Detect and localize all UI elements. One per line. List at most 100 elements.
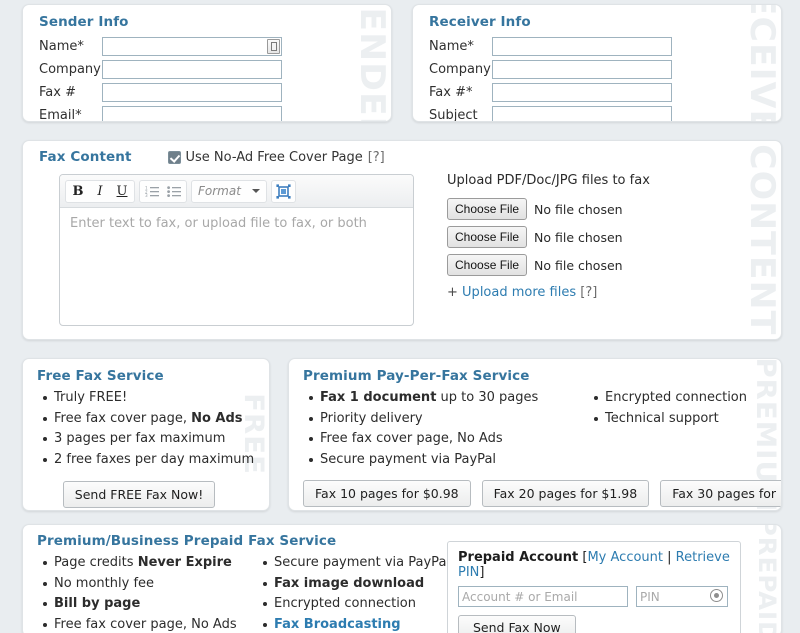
list-item: 2 free faxes per day maximum	[54, 450, 269, 471]
prepaid-benefits-right: Secure payment via PayPal Fax image down…	[257, 553, 450, 633]
premium-service-title: Premium Pay-Per-Fax Service	[303, 368, 781, 384]
sender-email-input[interactable]	[102, 106, 282, 122]
prepaid-benefits-left: Page credits Never Expire No monthly fee…	[37, 553, 233, 633]
list-item: Fax Broadcasting	[274, 615, 450, 633]
svg-text:3: 3	[145, 193, 148, 197]
sender-info-panel: SENDER Sender Info Name* Company Fax #	[22, 4, 392, 122]
numbered-list-icon[interactable]: 1 2 3	[141, 181, 163, 202]
cover-page-help-icon[interactable]: [?]	[368, 150, 385, 165]
file-upload-row: Choose File No file chosen	[447, 198, 747, 220]
upload-heading: Upload PDF/Doc/JPG files to fax	[447, 173, 747, 188]
choose-file-button-2[interactable]: Choose File	[447, 226, 527, 248]
prepaid-account-title: Prepaid Account	[458, 550, 578, 565]
sender-fax-label: Fax #	[39, 85, 102, 100]
receiver-name-row: Name*	[429, 37, 781, 56]
list-item: Fax image download	[274, 574, 450, 595]
premium-pay-per-fax-panel: PREMIUM Premium Pay-Per-Fax Service Fax …	[288, 358, 782, 511]
receiver-company-input[interactable]	[492, 60, 672, 79]
sender-fax-row: Fax #	[39, 83, 391, 102]
fax-content-panel: CONTENT Fax Content Use No-Ad Free Cover…	[22, 140, 782, 340]
fax-30-pages-button[interactable]: Fax 30 pages for $2.98	[660, 480, 782, 507]
underline-button[interactable]: U	[111, 181, 133, 202]
receiver-fax-label: Fax #*	[429, 85, 492, 100]
free-fax-service-title: Free Fax Service	[37, 368, 269, 384]
fax-text-input[interactable]: Enter text to fax, or upload file to fax…	[60, 208, 413, 323]
list-item: Encrypted connection	[605, 388, 747, 409]
list-item: No monthly fee	[54, 574, 233, 595]
receiver-name-input[interactable]	[492, 37, 672, 56]
sender-email-row: Email*	[39, 106, 391, 122]
fax-10-pages-button[interactable]: Fax 10 pages for $0.98	[303, 480, 471, 507]
list-item: Truly FREE!	[54, 388, 269, 409]
receiver-subject-row: Subject	[429, 106, 781, 122]
italic-button[interactable]: I	[89, 181, 111, 202]
contact-card-icon[interactable]	[267, 39, 280, 54]
account-number-input[interactable]	[458, 586, 628, 607]
sender-name-row: Name*	[39, 37, 391, 56]
fax-text-editor: B I U 1 2 3	[59, 174, 414, 326]
choose-file-button-3[interactable]: Choose File	[447, 254, 527, 276]
list-item: Fax 1 document up to 30 pages	[320, 388, 558, 409]
maximize-source-icon[interactable]	[271, 180, 296, 203]
fax-content-title: Fax Content	[39, 149, 132, 165]
fax-20-pages-button[interactable]: Fax 20 pages for $1.98	[482, 480, 650, 507]
receiver-subject-label: Subject	[429, 108, 492, 122]
editor-toolbar: B I U 1 2 3	[60, 175, 413, 208]
cover-page-label: Use No-Ad Free Cover Page	[186, 150, 363, 165]
list-item: Free fax cover page, No Ads	[54, 615, 233, 633]
content-watermark: CONTENT	[745, 141, 779, 339]
bold-button[interactable]: B	[67, 181, 89, 202]
bullet-list-icon[interactable]	[163, 181, 185, 202]
list-item: Secure payment via PayPal	[274, 553, 450, 574]
list-item: Bill by page	[54, 594, 233, 615]
upload-more-help-icon[interactable]: [?]	[580, 285, 597, 300]
chevron-down-icon	[252, 189, 260, 193]
format-dropdown[interactable]: Format	[191, 180, 267, 203]
list-item: Free fax cover page, No Ads	[54, 409, 269, 430]
sender-company-label: Company	[39, 62, 102, 77]
upload-more-line: + Upload more files [?]	[447, 285, 747, 300]
list-item: Encrypted connection	[274, 594, 450, 615]
sender-name-field-wrap	[102, 37, 282, 56]
free-fax-benefits: Truly FREE! Free fax cover page, No Ads …	[37, 388, 269, 470]
send-fax-now-button[interactable]: Send Fax Now	[458, 615, 576, 633]
receiver-company-label: Company	[429, 62, 492, 77]
sender-name-label: Name*	[39, 39, 102, 54]
my-account-link[interactable]: My Account	[587, 550, 663, 565]
format-dropdown-label: Format	[198, 184, 241, 198]
send-free-fax-button[interactable]: Send FREE Fax Now!	[63, 481, 215, 508]
fax-broadcasting-link[interactable]: Fax Broadcasting	[274, 617, 401, 632]
file-upload-row: Choose File No file chosen	[447, 254, 747, 276]
upload-section: Upload PDF/Doc/JPG files to fax Choose F…	[447, 173, 747, 300]
sender-info-title: Sender Info	[39, 14, 391, 30]
receiver-info-panel: RECEIVER Receiver Info Name* Company Fax…	[412, 4, 782, 122]
link-separator: |	[667, 550, 671, 565]
receiver-subject-input[interactable]	[492, 106, 672, 122]
list-item: Technical support	[605, 409, 747, 430]
file-upload-row: Choose File No file chosen	[447, 226, 747, 248]
sender-email-label: Email*	[39, 108, 102, 122]
list-group: 1 2 3	[139, 180, 187, 203]
pin-field-wrap	[636, 586, 728, 607]
cover-page-option: Use No-Ad Free Cover Page [?]	[168, 150, 385, 165]
sender-company-row: Company	[39, 60, 391, 79]
sender-company-input[interactable]	[102, 60, 282, 79]
receiver-fax-input[interactable]	[492, 83, 672, 102]
receiver-company-row: Company	[429, 60, 781, 79]
file-status-1: No file chosen	[534, 202, 623, 217]
list-item: Page credits Never Expire	[54, 553, 233, 574]
list-item: 3 pages per fax maximum	[54, 429, 269, 450]
sender-name-input[interactable]	[102, 37, 282, 56]
upload-more-files-link[interactable]: Upload more files	[462, 285, 576, 300]
prepaid-account-heading: Prepaid Account [My Account | Retrieve P…	[458, 550, 730, 580]
receiver-fax-row: Fax #*	[429, 83, 781, 102]
reveal-pin-icon[interactable]	[710, 589, 723, 602]
cover-page-checkbox[interactable]	[168, 151, 181, 164]
file-status-2: No file chosen	[534, 230, 623, 245]
premium-benefits-left: Fax 1 document up to 30 pages Priority d…	[303, 388, 558, 470]
plus-icon: +	[447, 285, 458, 300]
receiver-name-label: Name*	[429, 39, 492, 54]
list-item: Priority delivery	[320, 409, 558, 430]
sender-fax-input[interactable]	[102, 83, 282, 102]
choose-file-button-1[interactable]: Choose File	[447, 198, 527, 220]
